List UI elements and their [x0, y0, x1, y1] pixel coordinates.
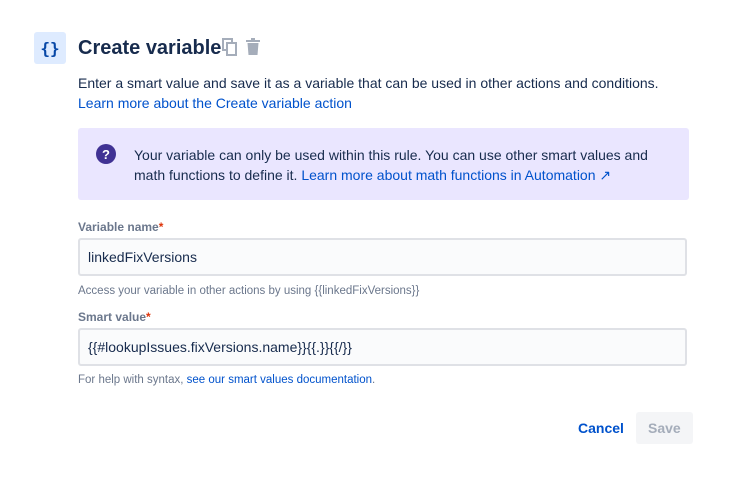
trash-icon[interactable]: [245, 38, 261, 61]
copy-icon[interactable]: [222, 38, 238, 61]
save-button[interactable]: Save: [636, 412, 693, 444]
info-panel: ? Your variable can only be used within …: [78, 128, 689, 200]
variable-name-label: Variable name*: [78, 220, 164, 234]
description-text: Enter a smart value and save it as a var…: [78, 75, 659, 91]
description: Enter a smart value and save it as a var…: [78, 73, 698, 113]
variable-name-input[interactable]: linkedFixVersions: [78, 238, 687, 276]
cancel-button[interactable]: Cancel: [566, 412, 636, 444]
smart-value-help: For help with syntax, see our smart valu…: [78, 374, 376, 386]
page-title: Create variable: [78, 37, 222, 59]
smart-value-input[interactable]: {{#lookupIssues.fixVersions.name}}{{.}}{…: [78, 328, 687, 366]
variable-name-help: Access your variable in other actions by…: [78, 285, 420, 297]
smart-values-docs-link[interactable]: see our smart values documentation: [187, 374, 372, 386]
math-functions-link[interactable]: Learn more about math functions in Autom…: [301, 167, 611, 183]
variable-icon: {}: [34, 32, 66, 64]
learn-more-link[interactable]: Learn more about the Create variable act…: [78, 95, 352, 111]
question-icon: ?: [96, 144, 116, 164]
smart-value-label: Smart value*: [78, 310, 151, 324]
